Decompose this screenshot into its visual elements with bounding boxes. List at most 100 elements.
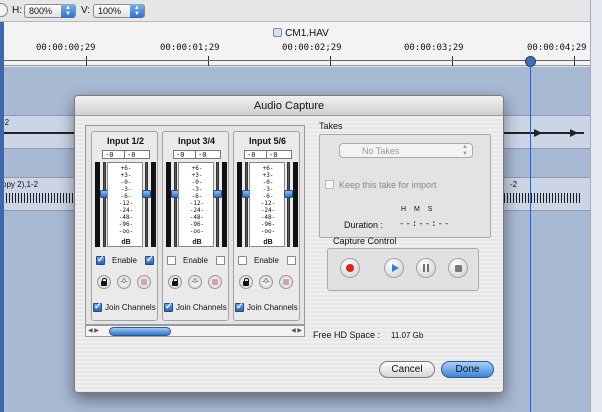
record-button[interactable] [340, 258, 360, 278]
timecode-label: 00:00:04;29 [527, 43, 587, 53]
duration-value: --:--:-- [399, 219, 451, 229]
meter-scale-mark: -3- [191, 186, 203, 193]
gain-fader-left[interactable] [174, 162, 177, 247]
input-channels-panel: Input 1/2 -0 -0 +6- +3- -0- -3- -6- -12- -24- -… [85, 125, 305, 325]
takes-popup[interactable]: No Takes ▲ ▼ [339, 143, 473, 158]
capture-control-label: Capture Control [333, 236, 397, 246]
enable-left-checkbox[interactable] [167, 256, 176, 265]
join-channels-label: Join Channels [247, 303, 298, 312]
track-label: opy 2),1-2 [2, 180, 39, 189]
meter-unit: dB [263, 239, 273, 246]
h-zoom-label: H: [12, 5, 22, 16]
meter-scale-mark: -6- [262, 193, 274, 200]
meter-scale-mark: -oo- [118, 228, 134, 235]
peak-right-value: -0 [127, 151, 136, 159]
level-meter-left [237, 162, 242, 247]
channel-title: Input 3/4 [177, 136, 215, 146]
meter-scale-mark: -96- [118, 221, 134, 228]
enable-left-checkbox[interactable] [96, 254, 105, 265]
peak-right-readout: -0 [195, 150, 221, 159]
popup-arrows-icon: ▲ ▼ [61, 4, 75, 18]
h-zoom-value: 800% [29, 6, 53, 16]
clip-title-text: CM1.HAV [285, 28, 329, 39]
gain-fader-right[interactable] [216, 162, 219, 247]
peak-left-value: -0 [176, 151, 185, 159]
scroll-thumb[interactable] [109, 327, 171, 336]
clip-title: CM1.HAV [0, 28, 602, 39]
window-right-edge [590, 0, 602, 412]
meter-scale-mark: -24- [118, 207, 134, 214]
enable-right-checkbox[interactable] [216, 256, 225, 265]
scroll-arrows-icon[interactable]: ◀ ▶ [88, 327, 99, 334]
waveform [0, 193, 76, 203]
takes-group: No Takes ▲ ▼ Keep this take for import H … [319, 134, 491, 238]
scroll-arrows-icon[interactable]: ◀ ▶ [291, 327, 302, 334]
meter-scale-mark: -12- [189, 200, 205, 207]
meter-scale: +6- +3- -0- -3- -6- -12- -24- -48- -96- -oo-dB [107, 162, 143, 247]
meter-scale: +6- +3- -0- -3- -6- -12- -24- -48- -96- -oo-dB [249, 162, 285, 247]
ruler-baseline [0, 60, 602, 61]
file-icon [273, 28, 283, 37]
timeline-ruler[interactable]: CM1.HAV 00:00:00;29 00:00:01;29 00:00:02… [0, 22, 602, 67]
audio-line [0, 132, 76, 134]
enable-left-checkbox[interactable] [238, 256, 247, 265]
gain-fader-right[interactable] [145, 162, 148, 247]
meter-scale-mark: -6- [120, 193, 132, 200]
meter-scale-mark: +6- [191, 165, 203, 172]
free-space-value: 11.07 Gb [391, 331, 424, 340]
meter-scale-mark: +3- [191, 172, 203, 179]
duration-label: Duration : [344, 220, 384, 230]
done-button[interactable]: Done [441, 361, 494, 378]
lock-icon[interactable] [239, 275, 253, 289]
meter-scale: +6- +3- -0- -3- -6- -12- -24- -48- -96- -oo-dB [178, 162, 214, 247]
enable-right-checkbox[interactable] [287, 256, 296, 265]
cancel-button[interactable]: Cancel [379, 361, 435, 378]
meter-scale-mark: -3- [262, 186, 274, 193]
mute-icon[interactable] [208, 275, 222, 289]
dialog-body: Input 1/2 -0 -0 +6- +3- -0- -3- -6- -12- -24- -… [75, 117, 503, 392]
meter-unit: dB [192, 239, 202, 246]
gain-fader-left[interactable] [245, 162, 248, 247]
join-channels-checkbox[interactable] [164, 301, 173, 312]
audio-capture-dialog: Audio Capture Input 1/2 -0 -0 +6- +3- -0- -… [74, 95, 504, 393]
reset-zero-icon[interactable] [188, 275, 202, 289]
level-meter-right [293, 162, 298, 247]
peak-right-value: -0 [269, 151, 278, 159]
keep-take-checkbox[interactable] [325, 180, 334, 189]
v-zoom-label: V: [81, 5, 91, 16]
hms-header: H M S [401, 206, 436, 213]
lock-icon[interactable] [97, 275, 111, 289]
popup-arrows-icon: ▲ ▼ [462, 144, 468, 157]
stop-button[interactable] [448, 258, 468, 278]
fader-knob[interactable] [142, 190, 151, 198]
v-zoom-popup[interactable]: 100% ▲ ▼ [93, 4, 145, 18]
join-channels-checkbox[interactable] [93, 301, 102, 312]
play-button[interactable] [384, 258, 404, 278]
fader-knob[interactable] [284, 190, 293, 198]
fader-knob[interactable] [213, 190, 222, 198]
reset-zero-icon[interactable] [259, 275, 273, 289]
meter-scale-mark: -0- [191, 179, 203, 186]
toolbar-circle-icon[interactable] [0, 3, 8, 17]
meter-scale-mark: +6- [120, 165, 132, 172]
lock-icon[interactable] [168, 275, 182, 289]
v-zoom-value: 100% [98, 6, 122, 16]
peak-right-readout: -0 [266, 150, 292, 159]
mute-icon[interactable] [279, 275, 293, 289]
meter-scale-mark: -48- [189, 214, 205, 221]
pause-button[interactable] [416, 258, 436, 278]
ruler-tick [208, 56, 209, 66]
gain-fader-right[interactable] [287, 162, 290, 247]
h-zoom-popup[interactable]: 800% ▲ ▼ [24, 4, 76, 18]
gain-fader-left[interactable] [103, 162, 106, 247]
peak-left-value: -0 [247, 151, 256, 159]
channels-scrollbar[interactable]: ◀ ▶ ◀ ▶ [85, 325, 305, 337]
ruler-tick [330, 56, 331, 66]
mute-icon[interactable] [137, 275, 151, 289]
join-channels-label: Join Channels [105, 303, 156, 312]
timecode-label: 00:00:01;29 [160, 43, 220, 53]
reset-zero-icon[interactable] [117, 275, 131, 289]
join-channels-checkbox[interactable] [235, 301, 244, 312]
meter-scale-mark: -0- [120, 179, 132, 186]
enable-right-checkbox[interactable] [145, 254, 154, 265]
